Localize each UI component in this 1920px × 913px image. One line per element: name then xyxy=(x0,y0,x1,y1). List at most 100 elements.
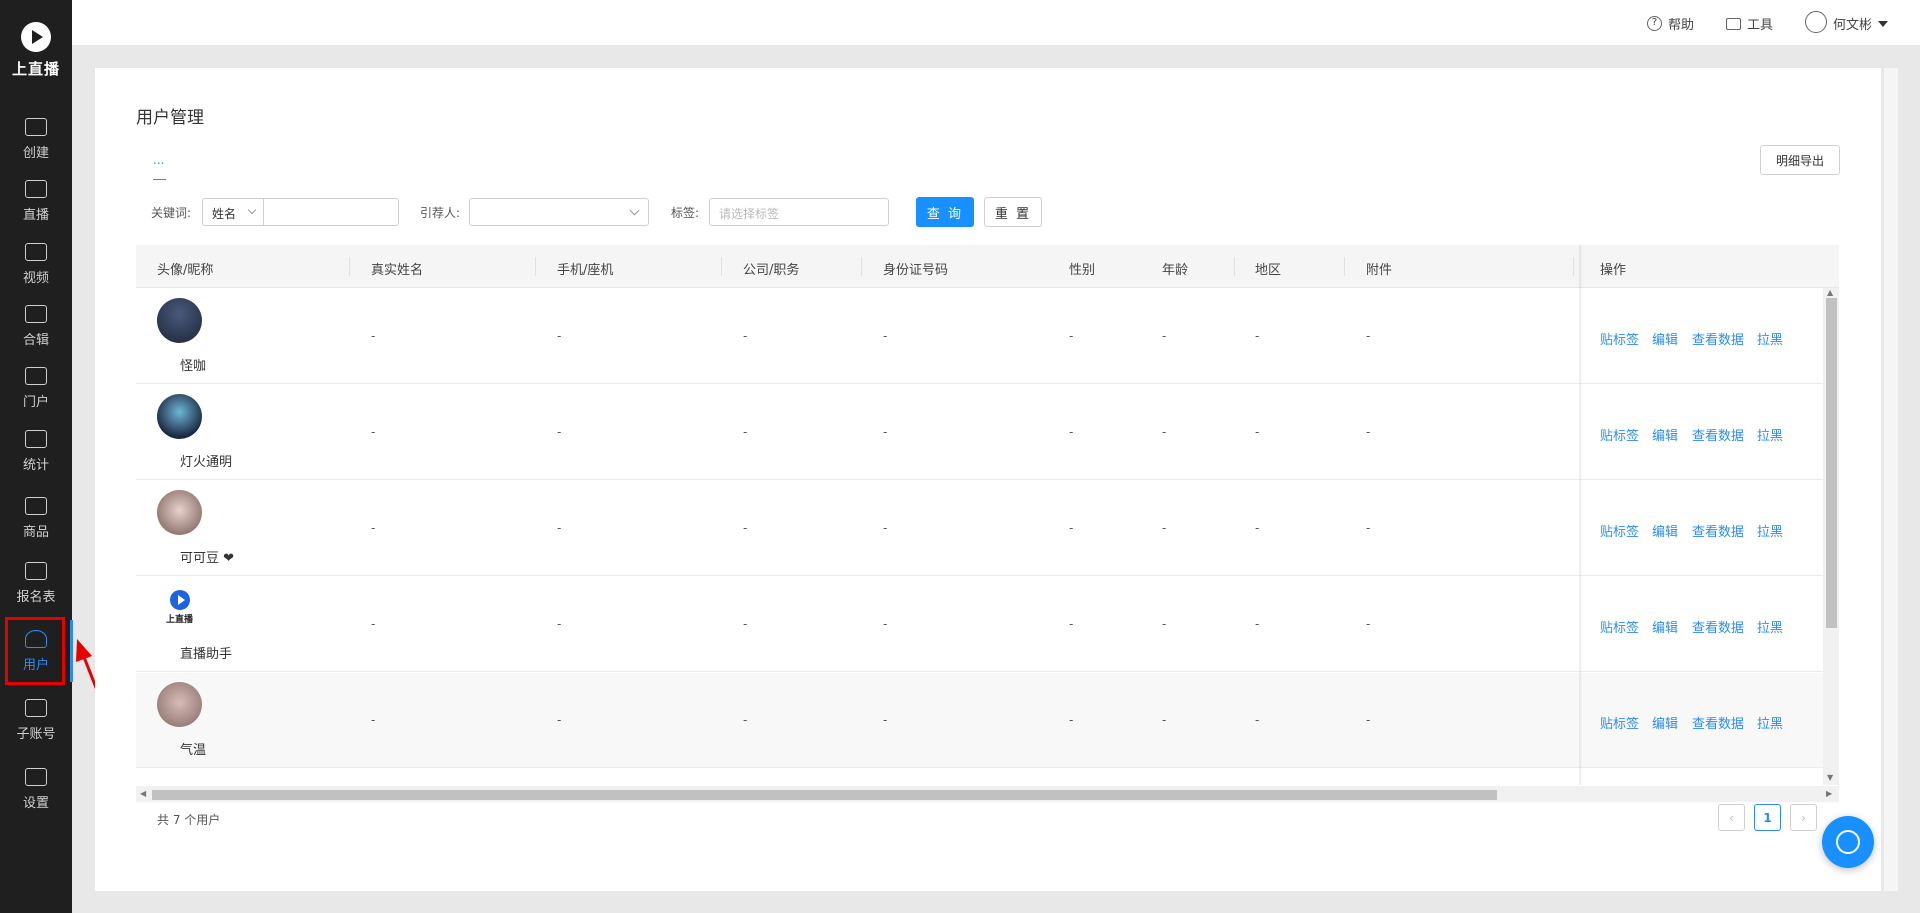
sidebar-item-goods[interactable]: 商品 xyxy=(0,487,72,547)
keyword-type-value: 姓名 xyxy=(212,207,237,221)
block-action-link[interactable]: 拉黑 xyxy=(1757,425,1783,444)
cell-real-name: - xyxy=(371,521,376,535)
page-number-button[interactable]: 1 xyxy=(1754,804,1781,831)
table-row: 可可豆 ❤ - - - - - - - - 贴标签 编辑 查看数据 拉黑 xyxy=(136,481,1839,576)
edit-action-link[interactable]: 编辑 xyxy=(1652,521,1678,540)
export-button[interactable]: 明细导出 xyxy=(1760,145,1840,175)
cell-id-number: - xyxy=(883,713,888,727)
next-page-button[interactable]: › xyxy=(1790,804,1817,831)
sidebar-item-form[interactable]: 报名表 xyxy=(0,552,72,612)
column-divider[interactable] xyxy=(349,257,350,276)
cell-company: - xyxy=(743,329,748,343)
user-avatar[interactable] xyxy=(157,298,202,343)
user-avatar[interactable] xyxy=(157,682,202,727)
scroll-left-icon[interactable]: ◀ xyxy=(140,789,146,798)
tools-menu[interactable]: 工具 xyxy=(1726,14,1773,33)
user-name: 何文彬 xyxy=(1833,18,1873,33)
cell-gender: - xyxy=(1069,425,1074,439)
edit-action-link[interactable]: 编辑 xyxy=(1652,713,1678,732)
sidebar-item-portal[interactable]: 门户 xyxy=(0,357,72,417)
cell-attachment: - xyxy=(1366,425,1371,439)
th-gender: 性别 xyxy=(1069,263,1096,278)
customer-service-button[interactable] xyxy=(1822,816,1874,868)
horizontal-scrollbar[interactable]: ◀ ▶ xyxy=(136,786,1839,802)
main-card: 用户管理 ... 明细导出 关键词: 姓名 引荐人: 标签: 请选择标签 查 询… xyxy=(95,68,1881,891)
edit-action-link[interactable]: 编辑 xyxy=(1652,329,1678,348)
sidebar-item-video[interactable]: 视频 xyxy=(0,233,72,293)
block-action-link[interactable]: 拉黑 xyxy=(1757,521,1783,540)
sidebar-item-collection[interactable]: 合辑 xyxy=(0,295,72,355)
horizontal-scroll-thumb[interactable] xyxy=(152,790,1497,800)
edit-action-link[interactable]: 编辑 xyxy=(1652,425,1678,444)
tag-action-link[interactable]: 贴标签 xyxy=(1600,617,1639,636)
app-logo[interactable]: 上直播 xyxy=(0,22,72,79)
prev-page-button[interactable]: ‹ xyxy=(1718,804,1745,831)
table-row: 气温 - - - - - - - - 贴标签 编辑 查看数据 拉黑 xyxy=(136,673,1839,768)
cell-age: - xyxy=(1162,329,1167,343)
column-divider[interactable] xyxy=(721,257,722,276)
tag-select[interactable]: 请选择标签 xyxy=(709,198,889,226)
scroll-right-icon[interactable]: ▶ xyxy=(1826,789,1832,798)
cell-age: - xyxy=(1162,617,1167,631)
keyword-input[interactable] xyxy=(264,198,399,226)
page-scrollbar[interactable] xyxy=(1884,68,1898,891)
sidebar-item-subaccount[interactable]: 子账号 xyxy=(0,689,72,749)
page-title: 用户管理 xyxy=(136,108,204,128)
gear-icon xyxy=(25,768,47,786)
cell-phone: - xyxy=(557,713,562,727)
tab-placeholder[interactable]: ... xyxy=(153,153,164,167)
play-triangle xyxy=(177,595,185,605)
sidebar-item-label: 子账号 xyxy=(16,727,56,742)
cell-region: - xyxy=(1255,521,1260,535)
column-divider[interactable] xyxy=(1573,257,1574,276)
query-button[interactable]: 查 询 xyxy=(916,197,974,227)
table-row: 怪咖 - - - - - - - - 贴标签 编辑 查看数据 拉黑 xyxy=(136,289,1839,384)
reset-button[interactable]: 重 置 xyxy=(984,197,1042,227)
cell-company: - xyxy=(743,617,748,631)
view-data-link[interactable]: 查看数据 xyxy=(1692,521,1744,540)
th-real-name: 真实姓名 xyxy=(371,263,424,278)
cell-attachment: - xyxy=(1366,521,1371,535)
tag-action-link[interactable]: 贴标签 xyxy=(1600,521,1639,540)
view-data-link[interactable]: 查看数据 xyxy=(1692,329,1744,348)
sidebar-item-label: 创建 xyxy=(22,146,49,161)
referrer-select[interactable] xyxy=(469,198,649,226)
view-data-link[interactable]: 查看数据 xyxy=(1692,713,1744,732)
scroll-up-icon[interactable]: ▲ xyxy=(1827,288,1833,297)
cell-gender: - xyxy=(1069,617,1074,631)
sidebar-item-live[interactable]: 直播 xyxy=(0,170,72,230)
sidebar-item-create[interactable]: 创建 xyxy=(0,108,72,168)
column-divider[interactable] xyxy=(1344,257,1345,276)
view-data-link[interactable]: 查看数据 xyxy=(1692,617,1744,636)
edit-action-link[interactable]: 编辑 xyxy=(1652,617,1678,636)
keyword-type-select[interactable]: 姓名 xyxy=(202,198,264,226)
sidebar-item-stats[interactable]: 统计 xyxy=(0,420,72,480)
block-action-link[interactable]: 拉黑 xyxy=(1757,617,1783,636)
user-avatar[interactable]: 上直播 xyxy=(157,586,202,631)
user-nickname: 直播助手 xyxy=(180,647,233,662)
referrer-label: 引荐人: xyxy=(420,206,461,220)
column-divider[interactable] xyxy=(1234,257,1235,276)
tag-action-link[interactable]: 贴标签 xyxy=(1600,329,1639,348)
view-data-link[interactable]: 查看数据 xyxy=(1692,425,1744,444)
vertical-scrollbar[interactable]: ▲ ▼ xyxy=(1823,288,1839,785)
cell-age: - xyxy=(1162,713,1167,727)
scroll-down-icon[interactable]: ▼ xyxy=(1827,773,1833,782)
tag-action-link[interactable]: 贴标签 xyxy=(1600,713,1639,732)
help-menu[interactable]: ? 帮助 xyxy=(1647,14,1694,33)
column-divider[interactable] xyxy=(861,257,862,276)
cell-region: - xyxy=(1255,713,1260,727)
fixed-column-shadow xyxy=(1579,245,1583,785)
th-region: 地区 xyxy=(1255,263,1282,278)
vertical-scroll-thumb[interactable] xyxy=(1826,298,1837,628)
sidebar-item-settings[interactable]: 设置 xyxy=(0,758,72,818)
user-avatar[interactable] xyxy=(157,490,202,535)
user-avatar[interactable] xyxy=(157,394,202,439)
block-action-link[interactable]: 拉黑 xyxy=(1757,329,1783,348)
cell-attachment: - xyxy=(1366,713,1371,727)
user-menu[interactable]: 何文彬 xyxy=(1805,11,1889,33)
block-action-link[interactable]: 拉黑 xyxy=(1757,713,1783,732)
tag-action-link[interactable]: 贴标签 xyxy=(1600,425,1639,444)
column-divider[interactable] xyxy=(535,257,536,276)
cell-company: - xyxy=(743,521,748,535)
